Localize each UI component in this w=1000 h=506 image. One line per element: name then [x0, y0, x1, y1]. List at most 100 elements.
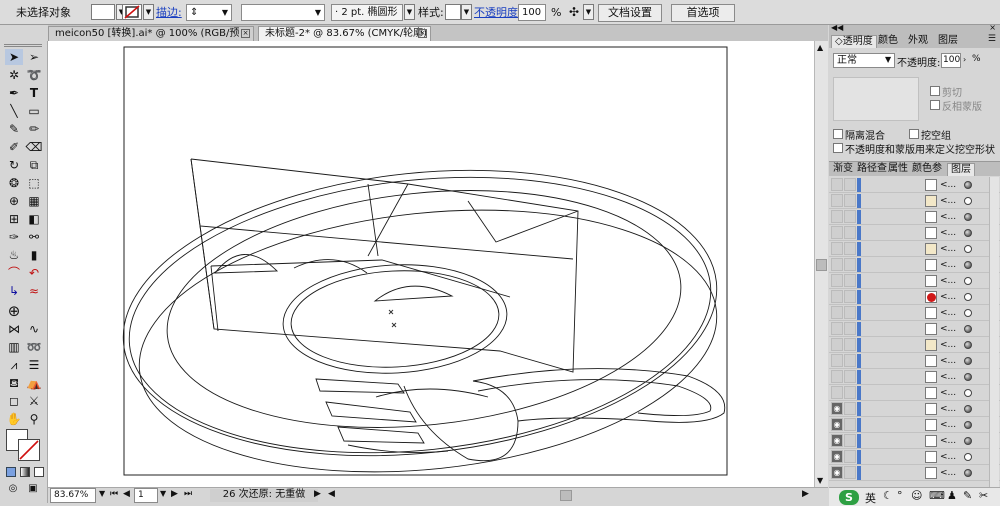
- tab-gradient[interactable]: 渐变: [830, 163, 856, 176]
- moon-icon[interactable]: ☾: [883, 489, 893, 502]
- target-circle-icon[interactable]: [964, 213, 972, 221]
- layer-row[interactable]: <...: [829, 177, 1000, 193]
- layer-row[interactable]: <...: [829, 369, 1000, 385]
- color-mode-icon[interactable]: [6, 467, 16, 477]
- wave-tool-icon[interactable]: ∿: [25, 321, 43, 337]
- visibility-toggle[interactable]: [831, 386, 843, 399]
- visibility-toggle[interactable]: [831, 306, 843, 319]
- line-tool-icon[interactable]: ╲: [5, 103, 23, 119]
- settings-icon[interactable]: ✂: [979, 489, 988, 502]
- visibility-toggle[interactable]: [831, 322, 843, 335]
- collapse-icon[interactable]: ◀◀: [831, 23, 843, 32]
- visibility-toggle[interactable]: [831, 242, 843, 255]
- lock-toggle[interactable]: [844, 290, 856, 303]
- target-circle-icon[interactable]: [964, 309, 972, 317]
- layer-row[interactable]: <...: [829, 289, 1000, 305]
- close-icon[interactable]: ×: [418, 29, 427, 38]
- line-graph-tool-icon[interactable]: ⩘: [5, 357, 23, 373]
- target-circle-icon[interactable]: [964, 181, 972, 189]
- scale-tool-icon[interactable]: ⧉: [25, 157, 43, 173]
- path-eraser-tool-icon[interactable]: ≈: [25, 283, 43, 299]
- visibility-toggle[interactable]: [831, 290, 843, 303]
- opacity-link[interactable]: 不透明度:: [474, 4, 522, 21]
- lock-toggle[interactable]: [844, 322, 856, 335]
- tab-layers[interactable]: 图层: [935, 35, 961, 48]
- target-circle-icon[interactable]: [964, 437, 972, 445]
- pen-tool-icon[interactable]: ✒: [5, 85, 23, 101]
- magic-wand-tool-icon[interactable]: ✲: [5, 67, 23, 83]
- visibility-toggle[interactable]: [831, 338, 843, 351]
- layer-row[interactable]: ◉ <...: [829, 433, 1000, 449]
- target-circle-icon[interactable]: [964, 389, 972, 397]
- lock-toggle[interactable]: [844, 274, 856, 287]
- visibility-toggle[interactable]: [831, 258, 843, 271]
- rectangle-tool-icon[interactable]: ▭: [25, 103, 43, 119]
- zoom-dropdown-icon[interactable]: ▼: [99, 489, 105, 498]
- tab-untitled-2[interactable]: 未标题-2* @ 83.67% (CMYK/轮廓) ×: [258, 26, 431, 41]
- perspective-grid-tool-icon[interactable]: ▦: [25, 193, 43, 209]
- panel-menu-icon[interactable]: ☰: [988, 34, 996, 44]
- tab-color[interactable]: 颜色: [875, 35, 901, 48]
- panel-grip[interactable]: [4, 44, 42, 47]
- crosshair-tool-icon[interactable]: ⊕: [5, 303, 23, 319]
- shape-builder-tool-icon[interactable]: ⊕: [5, 193, 23, 209]
- lock-toggle[interactable]: [844, 210, 856, 223]
- scroll-left-icon[interactable]: ◀: [328, 489, 335, 499]
- visibility-toggle[interactable]: [831, 226, 843, 239]
- ime-logo-icon[interactable]: S: [839, 490, 859, 505]
- layer-row[interactable]: ◉ <...: [829, 449, 1000, 465]
- visibility-toggle[interactable]: [831, 354, 843, 367]
- vertical-scrollbar[interactable]: ▲ ▼: [814, 41, 828, 487]
- target-circle-icon[interactable]: [964, 469, 972, 477]
- bar-graph-tool-icon[interactable]: ☰: [25, 357, 43, 373]
- draw-normal-icon[interactable]: ◎: [4, 481, 22, 497]
- ime-language[interactable]: 英: [865, 490, 876, 506]
- symbol-sprayer-tool-icon[interactable]: ♨: [5, 247, 23, 263]
- visibility-toggle[interactable]: [831, 178, 843, 191]
- lock-toggle[interactable]: [844, 338, 856, 351]
- layer-row[interactable]: <...: [829, 305, 1000, 321]
- eraser-tool-icon[interactable]: ⌫: [25, 139, 43, 155]
- visibility-toggle[interactable]: [831, 274, 843, 287]
- lock-toggle[interactable]: [844, 386, 856, 399]
- knockout-group-checkbox[interactable]: [909, 129, 919, 139]
- target-circle-icon[interactable]: [964, 277, 972, 285]
- twirl-tool-icon[interactable]: ➿: [25, 339, 43, 355]
- lock-toggle[interactable]: [844, 418, 856, 431]
- lock-toggle[interactable]: [844, 226, 856, 239]
- chevron-right-icon[interactable]: ›: [963, 55, 966, 64]
- layer-row[interactable]: <...: [829, 193, 1000, 209]
- curvature-tool-icon[interactable]: ↶: [25, 265, 43, 281]
- page-dropdown-icon[interactable]: ▼: [160, 489, 166, 498]
- next-page-icon[interactable]: ▶: [171, 489, 178, 499]
- dot-icon[interactable]: °: [897, 489, 903, 502]
- lock-toggle[interactable]: [844, 242, 856, 255]
- keyboard-icon[interactable]: ⌨: [929, 489, 945, 502]
- pencil-tool-icon[interactable]: ✏: [25, 121, 43, 137]
- target-circle-icon[interactable]: [964, 341, 972, 349]
- target-circle-icon[interactable]: [964, 293, 972, 301]
- target-circle-icon[interactable]: [964, 261, 972, 269]
- artwork-svg[interactable]: [48, 41, 814, 487]
- layer-row[interactable]: <...: [829, 273, 1000, 289]
- close-icon[interactable]: ×: [241, 29, 250, 38]
- stroke-link[interactable]: 描边:: [156, 4, 182, 21]
- gradient-mode-icon[interactable]: [20, 467, 30, 477]
- visibility-toggle[interactable]: ◉: [831, 402, 843, 415]
- target-circle-icon[interactable]: [964, 245, 972, 253]
- invert-mask-checkbox[interactable]: [930, 100, 940, 110]
- visibility-toggle[interactable]: ◉: [831, 418, 843, 431]
- stroke-color-box[interactable]: [18, 439, 40, 461]
- layer-row[interactable]: <...: [829, 337, 1000, 353]
- warp-tool-icon[interactable]: ❂: [5, 175, 23, 191]
- variable-width-field[interactable]: ▼: [241, 4, 325, 21]
- person-icon[interactable]: ♟: [947, 489, 957, 502]
- page-field[interactable]: 1: [134, 488, 158, 503]
- opacity-field[interactable]: 100: [518, 4, 546, 21]
- layer-row[interactable]: ◉ <...: [829, 417, 1000, 433]
- layer-row[interactable]: <...: [829, 321, 1000, 337]
- none-mode-icon[interactable]: [34, 467, 44, 477]
- rotate-tool-icon[interactable]: ↻: [5, 157, 23, 173]
- tab-transparency[interactable]: ◇透明度: [831, 35, 877, 48]
- lock-toggle[interactable]: [844, 354, 856, 367]
